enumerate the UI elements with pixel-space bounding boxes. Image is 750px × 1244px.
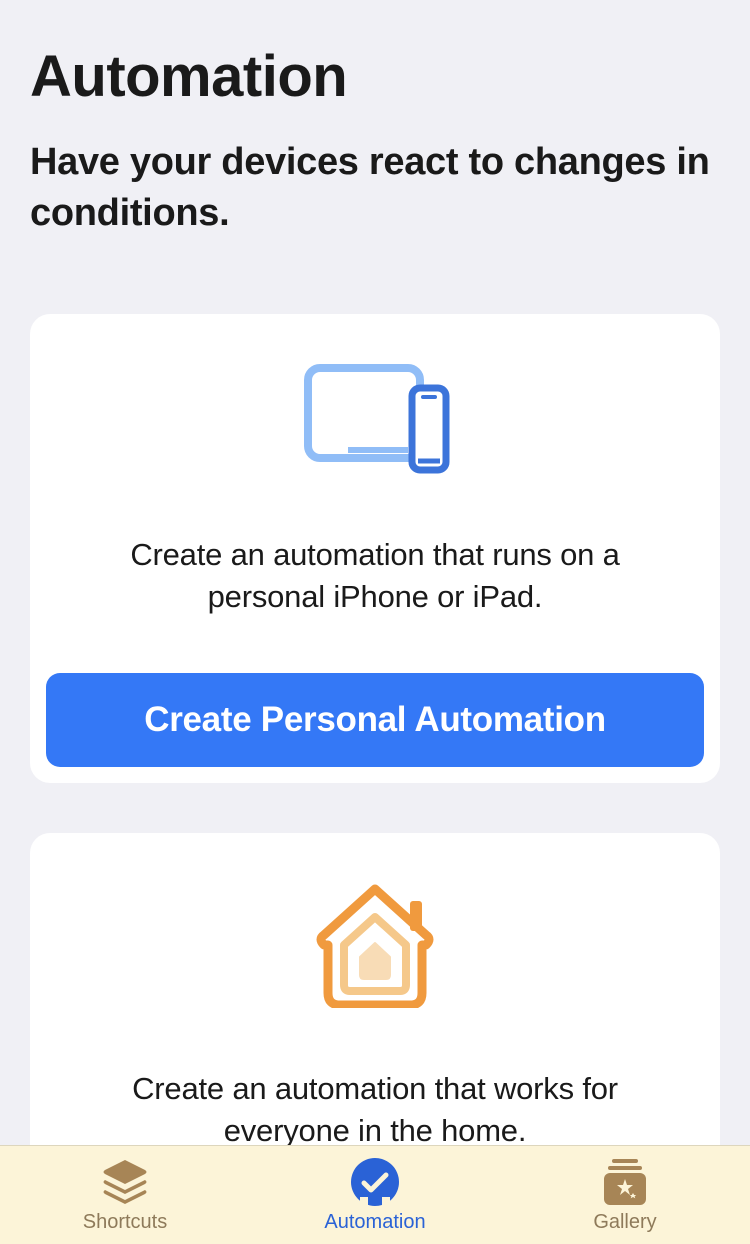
tab-gallery[interactable]: Gallery <box>500 1157 750 1234</box>
home-card-description: Create an automation that works for ever… <box>46 1068 704 1152</box>
tab-automation[interactable]: Automation <box>250 1157 500 1234</box>
shortcuts-icon <box>100 1157 150 1207</box>
home-icon <box>46 883 704 1008</box>
page-title: Automation <box>30 45 720 109</box>
tab-gallery-label: Gallery <box>593 1211 656 1234</box>
create-personal-automation-button[interactable]: Create Personal Automation <box>46 673 704 767</box>
devices-icon <box>46 364 704 474</box>
automation-icon <box>350 1157 400 1207</box>
tab-bar: Shortcuts Automation Gallery <box>0 1145 750 1244</box>
tab-shortcuts[interactable]: Shortcuts <box>0 1157 250 1234</box>
home-automation-card: Create an automation that works for ever… <box>30 833 720 1192</box>
gallery-icon <box>600 1157 650 1207</box>
tab-automation-label: Automation <box>324 1211 425 1234</box>
personal-automation-card: Create an automation that runs on a pers… <box>30 314 720 783</box>
tab-shortcuts-label: Shortcuts <box>83 1211 167 1234</box>
page-subtitle: Have your devices react to changes in co… <box>30 137 720 240</box>
personal-card-description: Create an automation that runs on a pers… <box>46 534 704 618</box>
